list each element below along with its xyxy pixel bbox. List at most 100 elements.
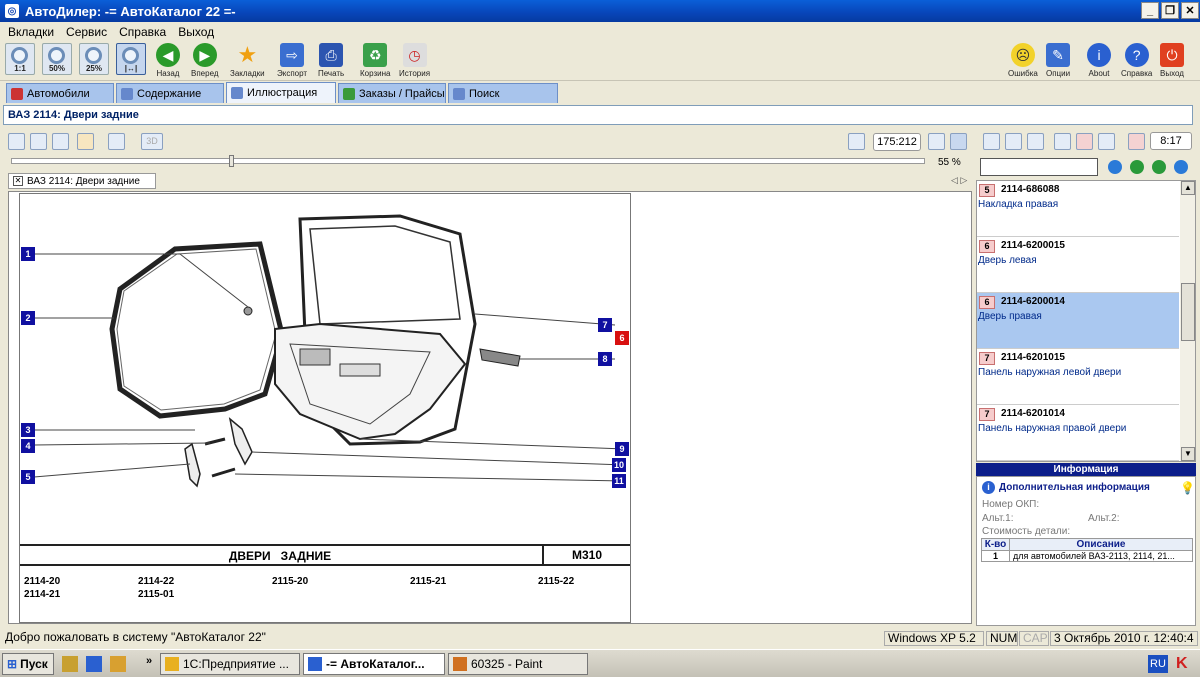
menu-exit[interactable]: Выход xyxy=(178,25,214,39)
tab-cars[interactable]: Автомобили xyxy=(6,83,114,103)
list-scrollbar[interactable]: ▲ ▼ xyxy=(1180,181,1195,461)
callout-5[interactable]: 5 xyxy=(21,470,35,484)
menu-service[interactable]: Сервис xyxy=(66,25,107,39)
quicklaunch-2-icon[interactable] xyxy=(86,656,102,672)
drawing-title: ДВЕРИ ЗАДНИЕ xyxy=(228,549,332,563)
up-icon[interactable] xyxy=(1054,133,1071,150)
menu-help[interactable]: Справка xyxy=(119,25,166,39)
refresh-icon[interactable] xyxy=(1005,133,1022,150)
illustration-canvas[interactable]: 1 2 3 4 5 6 7 8 9 10 11 ДВЕРИ ЗАДНИЕ M31… xyxy=(8,191,972,624)
list-item[interactable]: 7 2114-6201014 Панель наружная правой двер… xyxy=(977,405,1179,461)
callout-3[interactable]: 3 xyxy=(21,423,35,437)
info-table: К-во Описание 1 для автомобилей ВАЗ-2113… xyxy=(981,538,1193,562)
list-item-selected[interactable]: 6 2114-6200014 Дверь правая xyxy=(977,293,1179,349)
export-button[interactable]: ⇨ Экспорт xyxy=(277,43,307,79)
error-button[interactable]: ☹ Ошибка xyxy=(1008,43,1038,79)
kaspersky-icon[interactable]: K xyxy=(1176,655,1194,673)
zoom-slider[interactable] xyxy=(11,155,925,167)
zoom-50-button[interactable]: 50% xyxy=(42,43,72,79)
search-input[interactable] xyxy=(980,158,1098,176)
menu-tabs[interactable]: Вкладки xyxy=(8,25,54,39)
star-icon[interactable] xyxy=(77,133,94,150)
bookmarks-button[interactable]: ★ Закладки xyxy=(230,42,265,79)
about-button[interactable]: i About xyxy=(1087,43,1111,79)
history-button[interactable]: ◷ История xyxy=(399,43,430,79)
zoom-fit-button[interactable]: |↔| xyxy=(116,43,146,79)
prev-icon[interactable] xyxy=(1130,160,1144,174)
print-button[interactable]: ⎙ Печать xyxy=(318,43,344,79)
last-icon[interactable] xyxy=(1174,160,1188,174)
door-illustration xyxy=(33,214,626,488)
callout-8[interactable]: 8 xyxy=(598,352,612,366)
scroll-down-icon[interactable]: ▼ xyxy=(1181,447,1195,461)
table-row[interactable]: 1 для автомобилей ВАЗ-2113, 2114, 21... xyxy=(982,551,1192,561)
filter-icon[interactable] xyxy=(1027,133,1044,150)
back-button[interactable]: ◀ Назад xyxy=(156,43,180,79)
close-button[interactable]: ✕ xyxy=(1181,2,1199,19)
next-icon[interactable] xyxy=(1152,160,1166,174)
options-button[interactable]: ✎ Опции xyxy=(1046,43,1070,79)
callout-4[interactable]: 4 xyxy=(21,439,35,453)
delete-icon[interactable] xyxy=(1076,133,1093,150)
camera-icon[interactable] xyxy=(108,133,125,150)
callout-11[interactable]: 11 xyxy=(612,474,626,488)
tab-search[interactable]: Поиск xyxy=(448,83,558,103)
cart-button[interactable]: ♻ Корзина xyxy=(360,43,390,79)
callout-1[interactable]: 1 xyxy=(21,247,35,261)
zoom-slider-thumb[interactable] xyxy=(229,155,234,167)
start-label: Пуск xyxy=(20,657,48,671)
quicklaunch-1-icon[interactable] xyxy=(62,656,78,672)
language-indicator[interactable]: RU xyxy=(1148,655,1168,673)
callout-9[interactable]: 9 xyxy=(615,442,629,456)
tab-nav-arrows-icon[interactable]: ◁ ▷ xyxy=(951,175,967,186)
callout-7[interactable]: 7 xyxy=(598,318,612,332)
task-label: 60325 - Paint xyxy=(471,657,543,671)
view-detail-icon[interactable] xyxy=(950,133,967,150)
tab-contents[interactable]: Содержание xyxy=(116,83,224,103)
layers-icon[interactable] xyxy=(52,133,69,150)
tab-orders[interactable]: Заказы / Прайсы xyxy=(338,83,446,103)
part-name: Панель наружная левой двери xyxy=(978,367,1122,378)
taskbar-chevron[interactable]: » xyxy=(146,655,152,667)
grid-icon[interactable] xyxy=(30,133,47,150)
task-paint[interactable]: 60325 - Paint xyxy=(448,653,588,675)
minimize-button[interactable]: _ xyxy=(1141,2,1159,19)
scroll-up-icon[interactable]: ▲ xyxy=(1181,181,1195,195)
callout-6[interactable]: 6 xyxy=(615,331,629,345)
zoom-25-button[interactable]: 25% xyxy=(79,43,109,79)
edit-icon[interactable] xyxy=(1098,133,1115,150)
forward-button[interactable]: ▶ Вперед xyxy=(191,43,219,79)
select-tool-icon[interactable] xyxy=(8,133,25,150)
zoom-icon: 50% xyxy=(42,43,72,75)
illustration-icon xyxy=(231,87,243,99)
3d-button[interactable]: 3D xyxy=(141,133,163,150)
document-tab[interactable]: ✕ ВАЗ 2114: Двери задние xyxy=(8,173,156,189)
list-item[interactable]: 7 2114-6201015 Панель наружная левой двери xyxy=(977,349,1179,405)
parts-list[interactable]: 5 2114-686088 Накладка правая 6 2114-620001… xyxy=(976,180,1196,462)
task-1c[interactable]: 1С:Предприятие ... xyxy=(160,653,300,675)
start-button[interactable]: ⊞ Пуск xyxy=(2,653,54,675)
task-autocatalog[interactable]: -= АвтоКаталог... xyxy=(303,653,445,675)
lightbulb-icon[interactable]: 💡 xyxy=(1180,481,1195,495)
close-icon[interactable]: ✕ xyxy=(13,176,23,186)
info-title: Дополнительная информация xyxy=(999,482,1150,493)
view-list-icon[interactable] xyxy=(928,133,945,150)
list-item[interactable]: 6 2114-6200015 Дверь левая xyxy=(977,237,1179,293)
list-item[interactable]: 5 2114-686088 Накладка правая xyxy=(977,181,1179,237)
copy-icon[interactable] xyxy=(983,133,1000,150)
history-label: История xyxy=(399,69,431,78)
restore-button[interactable]: ❐ xyxy=(1161,2,1179,19)
copy-icon[interactable] xyxy=(848,133,865,150)
first-icon[interactable] xyxy=(1108,160,1122,174)
exit-button[interactable]: ⏻ Выход xyxy=(1160,43,1184,79)
help-button[interactable]: ? Справка xyxy=(1121,43,1152,79)
callout-2[interactable]: 2 xyxy=(21,311,35,325)
car-icon[interactable] xyxy=(1128,133,1145,150)
quicklaunch-3-icon[interactable] xyxy=(110,656,126,672)
tab-illustration[interactable]: Иллюстрация xyxy=(226,82,336,103)
callout-10[interactable]: 10 xyxy=(612,458,626,472)
zoom-1-1-button[interactable]: 1:1 xyxy=(5,43,35,79)
scroll-thumb[interactable] xyxy=(1181,283,1195,341)
status-message: Добро пожаловать в систему "АвтоКаталог … xyxy=(5,631,266,644)
contents-icon xyxy=(121,87,133,100)
